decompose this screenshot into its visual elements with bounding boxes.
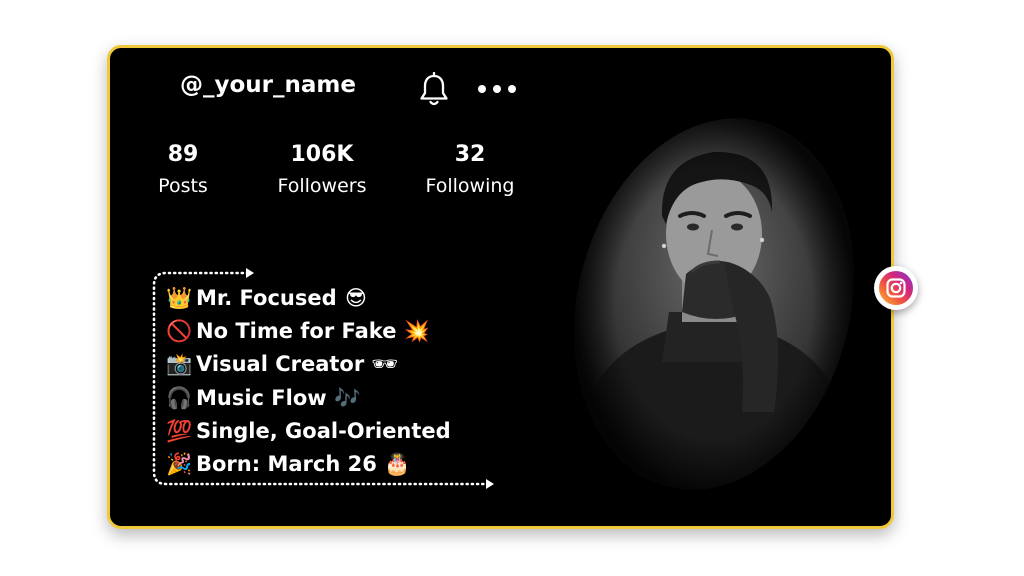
bio-line: 📸 Visual Creator 🕶 [166,348,451,381]
more-dots-icon[interactable] [474,78,520,100]
instagram-icon [879,271,913,305]
arrow-right-icon [246,268,254,278]
stat-followers-value: 106K [290,142,354,167]
stat-followers-label: Followers [277,175,367,197]
profile-photo [574,112,854,496]
bio-text: Born: March 26 [196,451,377,476]
hundred-points-icon: 💯 [166,418,193,443]
stat-following[interactable]: 32 Following [415,142,525,198]
crown-icon: 👑 [166,286,193,310]
stat-posts-value: 89 [167,142,199,167]
instagram-badge[interactable] [874,266,918,310]
bio-line: 🎉 Born: March 26 🎂 [166,448,451,481]
bio-list: 👑 Mr. Focused 😎 🚫 No Time for Fake 💥 📸 Visu… [166,282,451,481]
cool-face-icon: 😎 [345,286,367,310]
profile-card: @_your_name 89 Posts 106K Followers 32 F… [107,45,894,529]
camera-flash-icon: 📸 [166,352,193,377]
bio-text: Mr. Focused [196,286,337,310]
bell-icon[interactable] [418,72,450,108]
bio-line: 💯 Single, Goal-Oriented [166,415,451,448]
headphone-icon: 🎧 [166,385,193,410]
bio-line: 🚫 No Time for Fake 💥 [166,315,451,348]
bio-text: Visual Creator [196,352,365,377]
profile-username: @_your_name [180,72,356,98]
bio-line: 👑 Mr. Focused 😎 [166,282,451,315]
stat-followers[interactable]: 106K Followers [272,142,372,198]
sunglasses-icon: 🕶 [371,352,399,377]
bio-text: No Time for Fake [196,319,397,344]
arrow-right-icon [486,479,494,489]
party-popper-icon: 🎉 [166,451,193,476]
stat-following-label: Following [425,175,515,197]
birthday-cake-icon: 🎂 [384,451,411,476]
bio-text: Music Flow [196,385,327,410]
stat-posts-label: Posts [158,175,208,197]
bio-text: Single, Goal-Oriented [196,418,451,443]
stat-following-value: 32 [454,142,486,167]
stat-posts[interactable]: 89 Posts [148,142,218,198]
music-notes-icon: 🎶 [334,385,361,410]
collision-icon: 💥 [403,319,430,344]
no-entry-icon: 🚫 [166,319,193,344]
bio-line: 🎧 Music Flow 🎶 [166,382,451,415]
